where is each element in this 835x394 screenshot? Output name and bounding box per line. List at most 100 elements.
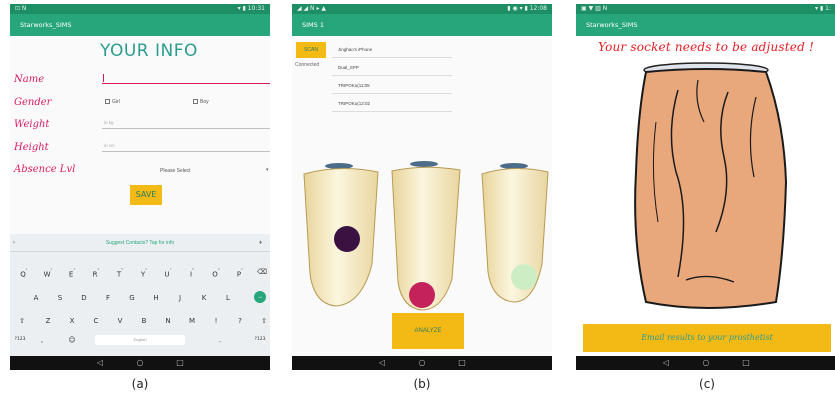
expand-icon[interactable]: › [13,234,15,252]
key-o[interactable]: O9 [206,263,226,281]
key-x[interactable]: X [62,312,82,330]
checkbox-box [105,99,110,105]
navigation-bar: ◁ ○ □ [576,356,835,370]
home-icon[interactable]: ○ [412,356,432,370]
back-icon[interactable]: ◁ [372,356,392,370]
key-f[interactable]: F [98,289,118,307]
key-number-hint: 1 [25,267,28,271]
status-bar: ◢ ◢ N ▸ ▲ ▮ ◉ ▾ ▮ 12:08 [292,4,552,14]
key-number-hint: 3 [73,267,76,271]
emoji-icon[interactable]: ☺ [62,331,82,349]
key-label: K [201,294,207,302]
key-h[interactable]: H [146,289,166,307]
key-l[interactable]: L [218,289,238,307]
backspace-icon[interactable] [12,289,32,307]
key-![interactable]: ! [206,312,226,330]
device-item[interactable]: Dual_SPP [332,60,452,76]
enter-key[interactable]: → [254,291,266,303]
key-label: E [68,270,74,279]
key-k[interactable]: K [194,289,214,307]
key-c[interactable]: C [86,312,106,330]
shift-key[interactable]: ⇧ [12,312,32,330]
app-bar: Starworks_SIMS [576,14,835,36]
recents-icon[interactable]: □ [452,356,472,370]
device-item[interactable]: TRIPOKu(12:02 [332,96,452,112]
name-field[interactable] [102,72,270,84]
key-y[interactable]: Y6 [134,263,154,281]
key-j[interactable]: J [170,289,190,307]
height-field[interactable]: in cm [102,140,270,152]
app-bar: Starworks_SIMS [10,14,270,36]
shift-key-right[interactable]: ⇧ [254,312,270,330]
analyze-button[interactable]: ANALYZE [392,313,464,349]
device-item[interactable]: TRIPOKu(11:05 [332,78,452,94]
key-u[interactable]: U7 [158,263,178,281]
status-icons-left: ▣ ▼ ▥ N [581,5,608,12]
weight-field[interactable]: in kg [102,117,270,129]
suggestion-strip[interactable]: › Suggest Contacts? Tap for info ♦ [10,234,270,252]
dropdown-arrow-icon[interactable]: ▾ [266,167,269,173]
key-label: S [57,294,63,302]
key-label: J [178,294,182,302]
home-icon[interactable]: ○ [130,356,150,370]
boy-checkbox[interactable]: Boy [193,99,209,105]
key-g[interactable]: G [122,289,142,307]
home-icon[interactable]: ○ [696,356,716,370]
space-bar[interactable]: English [95,335,185,345]
girl-checkbox[interactable]: Girl [105,99,120,105]
device-item[interactable]: Jinghao's iPhone [332,42,452,58]
navigation-bar: ◁ ○ □ [10,356,270,370]
key-label: Q [20,270,26,279]
gender-label: Gender [14,97,52,108]
key-t[interactable]: T5 [110,263,130,281]
key-number-hint: 4 [97,267,100,271]
status-bar: ▣ ▼ ▥ N ▾ ▮ 1: [576,4,835,14]
period-key[interactable]: . [210,331,230,349]
key-i[interactable]: I8 [182,263,202,281]
key-label: Z [45,317,51,325]
key-label: B [141,317,147,325]
save-button[interactable]: SAVE [130,185,162,205]
absence-level-select[interactable]: Please Select [160,168,191,174]
pressure-point-red [409,282,435,308]
key-b[interactable]: B [134,312,154,330]
socket-middle [391,161,461,311]
key-number-hint: 9 [217,267,220,271]
key-e[interactable]: E3 [62,263,82,281]
key-v[interactable]: V [110,312,130,330]
key-label: L [226,294,230,302]
microphone-icon[interactable]: ♦ [259,234,262,252]
recents-icon[interactable]: □ [736,356,756,370]
key-r[interactable]: R4 [86,263,106,281]
key-label: G [129,294,135,302]
key-?[interactable]: ? [230,312,250,330]
phone-screen-result: ▣ ▼ ▥ N ▾ ▮ 1: Starworks_SIMS Your socke… [576,4,835,370]
status-icons-right: ▾ ▮ 1: [815,5,831,12]
back-icon[interactable]: ◁ [90,356,110,370]
back-icon[interactable]: ◁ [656,356,676,370]
key-label: N [165,317,171,325]
key-d[interactable]: D [74,289,94,307]
scan-button[interactable]: SCAN [296,42,326,58]
suggestion-text[interactable]: Suggest Contacts? Tap for info [106,240,174,246]
backspace-key[interactable]: ⌫ [252,263,270,281]
key-label: ? [238,317,242,325]
symbols-key[interactable]: ?123 [10,331,30,349]
comma-key[interactable]: , [32,331,52,349]
key-label: W [43,270,51,279]
symbols-key-right[interactable]: ?123 [250,331,270,349]
key-w[interactable]: W2 [38,263,58,281]
key-m[interactable]: M [182,312,202,330]
key-p[interactable]: P0 [230,263,250,281]
email-results-button[interactable]: Email results to your prosthetist [583,324,831,352]
navigation-bar: ◁ ○ □ [292,356,552,370]
key-q[interactable]: Q1 [14,263,34,281]
caption-b: (b) [413,377,431,391]
key-label: R [92,270,98,279]
key-s[interactable]: S [50,289,70,307]
key-n[interactable]: N [158,312,178,330]
recents-icon[interactable]: □ [170,356,190,370]
socket-pressure-illustration [303,161,549,311]
key-number-hint: 2 [50,267,53,271]
key-z[interactable]: Z [38,312,58,330]
